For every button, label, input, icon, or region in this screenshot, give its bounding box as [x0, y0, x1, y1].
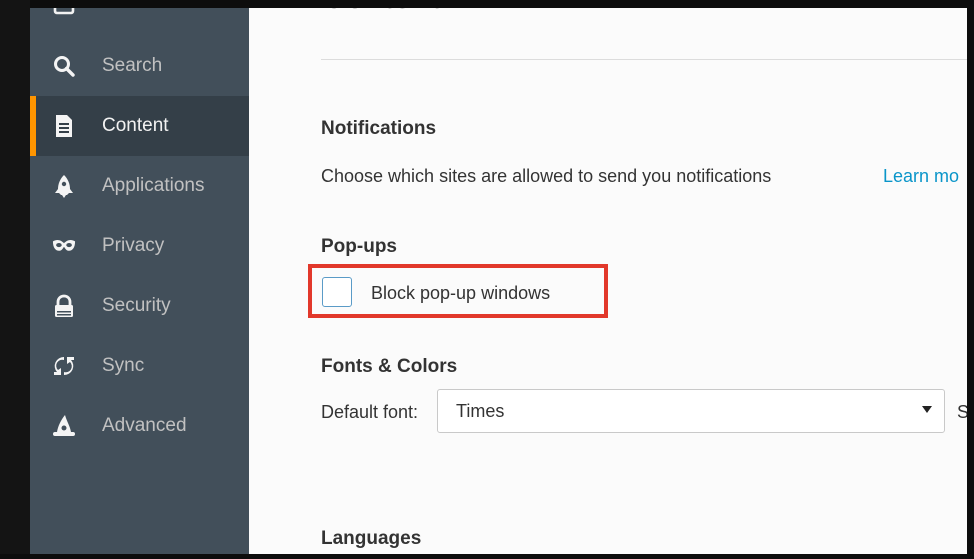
search-icon	[52, 54, 76, 78]
preferences-content: Content Notifications Choose which sites…	[249, 8, 967, 554]
sidebar-item-label: Search	[102, 55, 163, 76]
wizard-hat-icon	[52, 414, 76, 438]
sidebar-item-advanced[interactable]: Advanced	[30, 396, 249, 456]
rocket-icon	[52, 174, 76, 198]
block-popups-label[interactable]: Block pop-up windows	[371, 283, 550, 304]
window-frame-right	[967, 0, 974, 559]
sidebar-item-search[interactable]: Search	[30, 36, 249, 96]
sidebar-item-sync[interactable]: Sync	[30, 336, 249, 396]
default-font-label: Default font:	[321, 402, 419, 422]
sidebar-item-applications[interactable]: Applications	[30, 156, 249, 216]
page-title: Content	[321, 8, 440, 17]
sidebar-item-content[interactable]: Content	[30, 96, 249, 156]
mask-icon	[52, 234, 76, 258]
sidebar-item-partial[interactable]	[30, 8, 249, 36]
default-font-value: Times	[456, 401, 505, 421]
sidebar-item-label: Privacy	[102, 235, 165, 256]
sidebar-item-security[interactable]: Security	[30, 276, 249, 336]
document-icon	[52, 114, 76, 138]
sync-icon	[52, 354, 76, 378]
general-icon	[52, 8, 76, 18]
preferences-sidebar: Search Content Applications Privacy Secu…	[30, 8, 249, 554]
languages-heading: Languages	[321, 528, 422, 549]
chevron-down-icon	[922, 406, 932, 413]
window-frame-top	[0, 0, 974, 8]
title-divider	[321, 59, 967, 60]
size-label: Si	[957, 402, 967, 422]
popups-heading: Pop-ups	[321, 236, 397, 257]
window-frame-left	[0, 0, 30, 559]
sidebar-item-label: Sync	[102, 355, 145, 376]
default-font-select[interactable]: Times	[437, 389, 945, 433]
sidebar-item-privacy[interactable]: Privacy	[30, 216, 249, 276]
window-frame-bottom	[0, 554, 974, 559]
sidebar-item-label: Content	[102, 115, 169, 136]
notifications-heading: Notifications	[321, 118, 437, 139]
block-popups-checkbox[interactable]	[322, 277, 352, 307]
sidebar-item-label: Advanced	[102, 415, 187, 436]
learn-more-link[interactable]: Learn mo	[883, 166, 959, 187]
sidebar-item-label: Applications	[102, 175, 205, 196]
notifications-description: Choose which sites are allowed to send y…	[321, 166, 772, 186]
fonts-colors-heading: Fonts & Colors	[321, 356, 458, 377]
lock-icon	[52, 294, 76, 318]
sidebar-item-label: Security	[102, 295, 171, 316]
